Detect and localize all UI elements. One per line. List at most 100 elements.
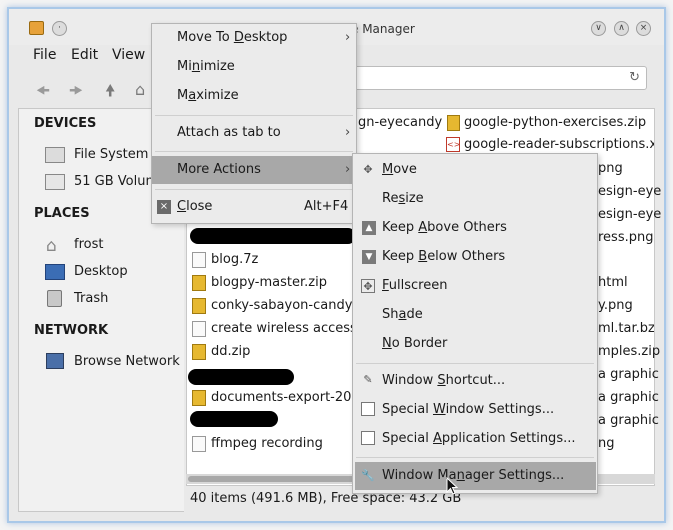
location-bar[interactable]: ↻ — [345, 66, 647, 90]
file-item[interactable]: google-python-exercises.zip — [464, 115, 646, 130]
file-item[interactable]: a graphic — [598, 367, 659, 382]
network-header: NETWORK — [34, 323, 109, 338]
zip-file-icon — [192, 390, 206, 406]
devices-header: DEVICES — [34, 116, 97, 131]
menu-item-minimize[interactable]: Minimize — [177, 59, 235, 74]
sidebar-item-trash[interactable]: Trash — [74, 291, 108, 306]
close-shortcut: Alt+F4 — [304, 199, 349, 214]
fullscreen-icon: ✥ — [361, 279, 375, 293]
file-item[interactable]: conky-sabayon-candye — [211, 298, 356, 313]
zip-file-icon — [447, 115, 460, 131]
redacted-text — [190, 228, 356, 244]
menu-item-shade[interactable]: Shade — [382, 307, 423, 322]
file-item[interactable]: ress.png — [598, 230, 653, 245]
back-arrow-icon[interactable]: 🠜 — [36, 80, 50, 107]
menu-separator — [155, 115, 353, 116]
wrench-icon: 🔧 — [361, 469, 375, 482]
file-item[interactable]: esign-eye — [598, 184, 661, 199]
menu-item-special-application-settings[interactable]: Special Application Settings... — [382, 431, 575, 446]
sidebar-item-browse-network[interactable]: Browse Network — [74, 354, 180, 369]
keep-below-icon: ▼ — [362, 250, 376, 264]
minimize-window-button[interactable]: ∨ — [591, 21, 606, 36]
menu-item-maximize[interactable]: Maximize — [177, 88, 239, 103]
mouse-cursor-icon — [446, 477, 458, 495]
menu-edit[interactable]: Edit — [71, 47, 98, 63]
menu-item-keep-below[interactable]: Keep Below Others — [382, 249, 505, 264]
trash-icon — [47, 290, 62, 307]
up-arrow-icon[interactable]: 🠝 — [105, 80, 115, 107]
reload-icon[interactable]: ↻ — [629, 70, 640, 85]
menu-separator — [155, 151, 353, 152]
file-item[interactable]: esign-eye — [598, 207, 661, 222]
places-header: PLACES — [34, 206, 90, 221]
archive-file-icon — [192, 252, 206, 268]
zip-file-icon — [192, 344, 206, 360]
zip-file-icon — [192, 298, 206, 314]
menu-item-more-actions[interactable]: More Actions — [177, 162, 261, 177]
file-item[interactable]: create wireless access p — [211, 321, 356, 336]
file-item[interactable]: a graphic — [598, 390, 659, 405]
redacted-text — [190, 411, 278, 427]
scrollbar-thumb[interactable] — [188, 476, 368, 482]
file-item[interactable]: gn-eyecandy — [358, 115, 442, 130]
file-item[interactable]: documents-export-2013 — [211, 390, 356, 405]
file-item[interactable]: y.png — [598, 298, 633, 313]
menu-item-move-to-desktop[interactable]: Move To Desktop — [177, 30, 287, 45]
window-menu-button[interactable]: · — [52, 21, 67, 36]
menu-separator — [155, 189, 353, 190]
file-item[interactable]: mples.zip — [598, 344, 660, 359]
sidebar-item-volume[interactable]: 51 GB Volum — [74, 174, 158, 189]
menu-item-keep-above[interactable]: Keep Above Others — [382, 220, 507, 235]
home-folder-icon: ⌂ — [46, 236, 57, 256]
volume-icon — [45, 174, 65, 190]
menu-item-move[interactable]: Move — [382, 162, 417, 177]
menu-item-window-manager-settings[interactable]: Window Manager Settings... — [382, 468, 564, 483]
file-item[interactable]: dd.zip — [211, 344, 250, 359]
window-title: e Manager — [351, 22, 415, 36]
shortcut-icon: ✎ — [363, 373, 373, 386]
window-operations-menu — [151, 23, 357, 224]
sidebar-item-frost[interactable]: frost — [74, 237, 103, 252]
redacted-text — [188, 369, 294, 385]
menu-view[interactable]: View — [112, 47, 145, 63]
file-item[interactable]: ffmpeg recording — [211, 436, 323, 451]
menu-separator — [356, 363, 594, 364]
menu-file[interactable]: File — [33, 47, 56, 63]
home-icon[interactable]: ⌂ — [135, 80, 145, 99]
desktop-icon — [45, 264, 65, 280]
text-file-icon — [192, 436, 206, 452]
file-item[interactable]: html — [598, 275, 628, 290]
submenu-arrow-icon: › — [345, 125, 351, 140]
file-item[interactable]: ng — [598, 436, 615, 451]
maximize-window-button[interactable]: ∧ — [614, 21, 629, 36]
file-item[interactable]: ml.tar.bz2 — [598, 321, 654, 336]
window-settings-icon — [361, 402, 375, 416]
sidebar-item-desktop[interactable]: Desktop — [74, 264, 128, 279]
submenu-arrow-icon: › — [345, 162, 351, 177]
file-item[interactable]: a graphic — [598, 413, 659, 428]
move-icon: ✥ — [363, 163, 373, 176]
menu-item-close[interactable]: Close — [177, 199, 212, 214]
file-item[interactable]: blogpy-master.zip — [211, 275, 327, 290]
xml-file-icon: <> — [446, 137, 460, 152]
menu-item-attach-as-tab[interactable]: Attach as tab to — [177, 125, 281, 140]
sidebar-item-file-system[interactable]: File System — [74, 147, 148, 162]
keep-above-icon: ▲ — [362, 221, 376, 235]
menu-item-special-window-settings[interactable]: Special Window Settings... — [382, 402, 554, 417]
file-item[interactable]: png — [598, 161, 623, 176]
file-item[interactable]: blog.7z — [211, 252, 258, 267]
menu-item-window-shortcut[interactable]: Window Shortcut... — [382, 373, 505, 388]
file-item[interactable]: google-reader-subscriptions.xn — [464, 137, 654, 152]
menu-item-fullscreen[interactable]: Fullscreen — [382, 278, 447, 293]
menu-item-resize[interactable]: Resize — [382, 191, 424, 206]
app-icon — [29, 21, 44, 35]
close-icon: × — [157, 200, 171, 214]
application-settings-icon — [361, 431, 375, 445]
submenu-arrow-icon: › — [345, 30, 351, 45]
network-icon — [46, 353, 64, 369]
menu-item-no-border[interactable]: No Border — [382, 336, 447, 351]
close-window-button[interactable]: × — [636, 21, 651, 36]
drive-icon — [45, 147, 65, 163]
forward-arrow-icon[interactable]: 🠞 — [69, 80, 83, 107]
menu-separator — [356, 457, 594, 458]
